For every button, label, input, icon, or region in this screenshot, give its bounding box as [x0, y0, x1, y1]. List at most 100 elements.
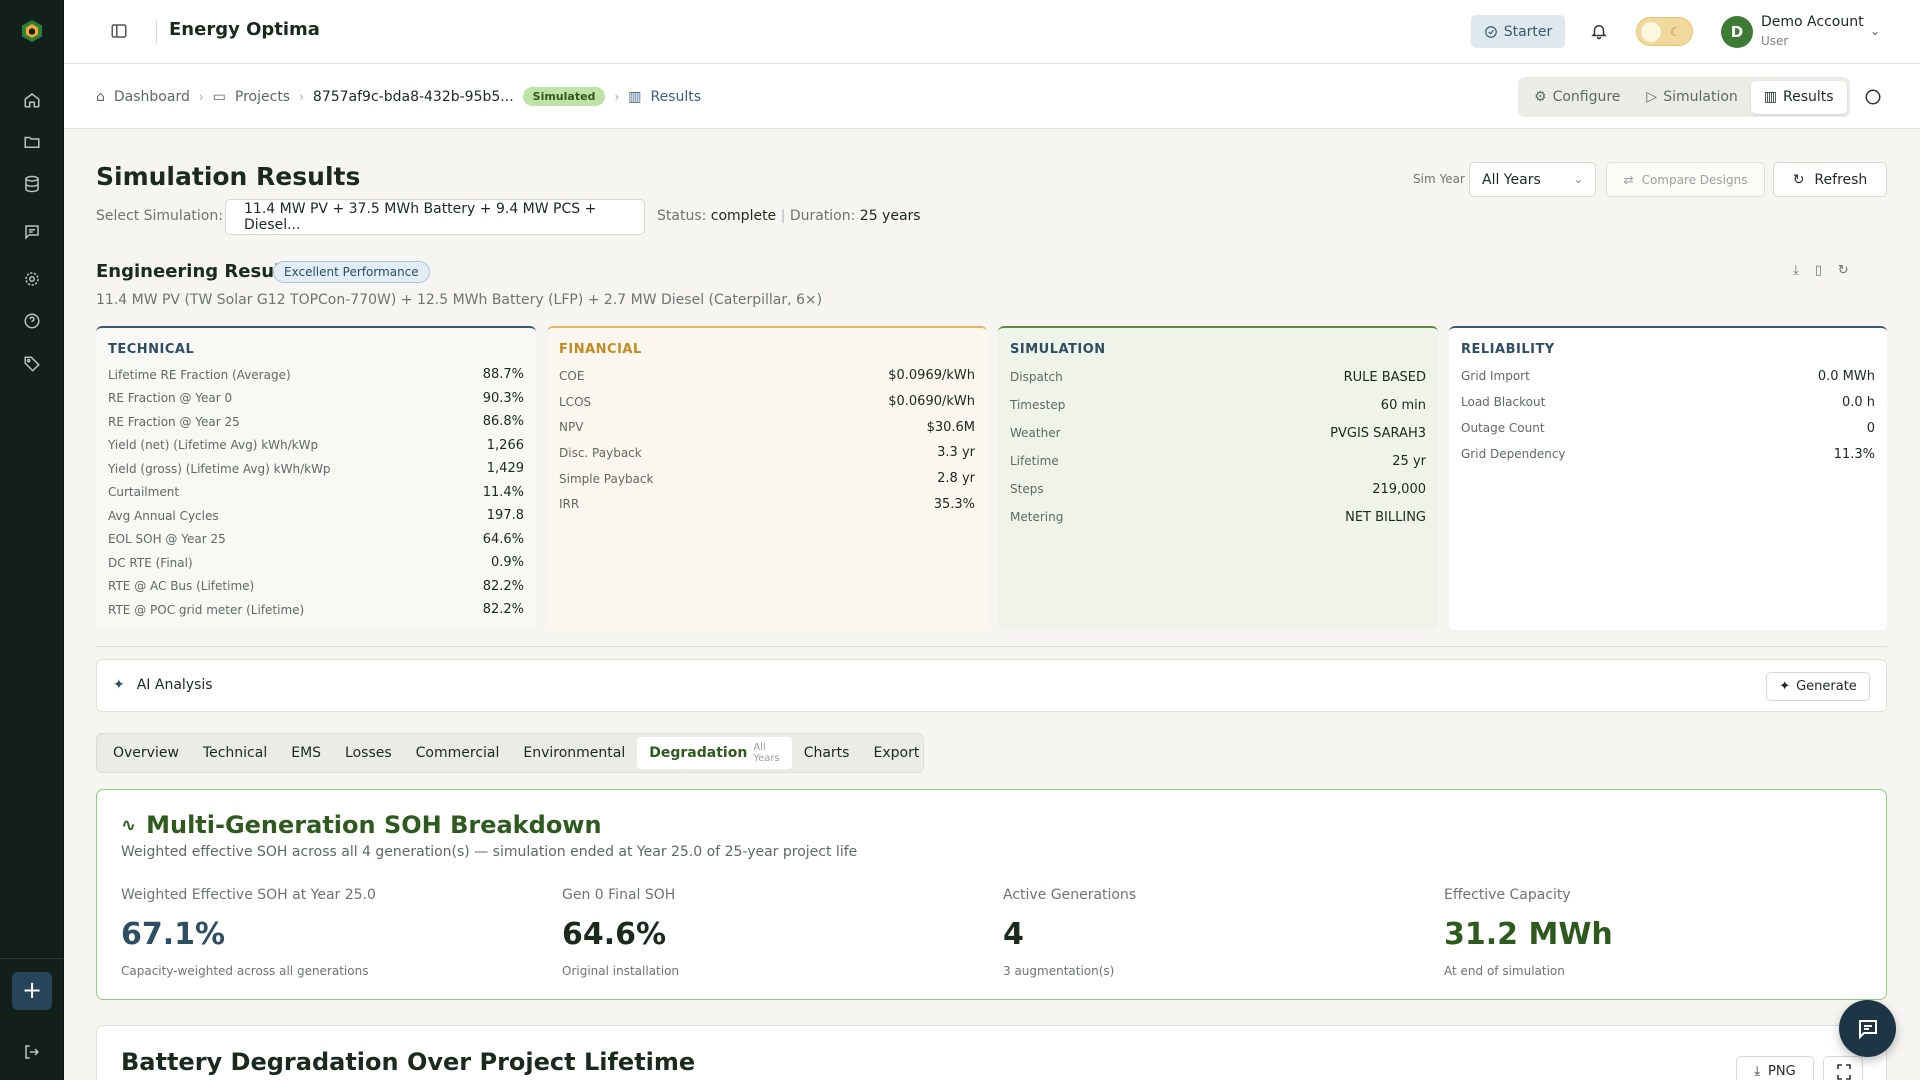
home-icon[interactable] — [22, 90, 42, 110]
simulation-row-value: NET BILLING — [1345, 509, 1426, 525]
generate-button[interactable]: ✦ Generate — [1766, 672, 1870, 701]
technical-row-value: 90.3% — [482, 390, 524, 406]
breadcrumb-dashboard[interactable]: Dashboard — [114, 89, 190, 105]
sim-year-label: Sim Year — [1413, 172, 1465, 186]
refresh-icon[interactable]: ↻ — [1838, 263, 1849, 278]
tab-simulation[interactable]: ▷ Simulation — [1633, 81, 1750, 114]
technical-row-label: RTE @ POC grid meter (Lifetime) — [108, 602, 305, 617]
performance-badge: Excellent Performance — [273, 261, 430, 283]
book-icon[interactable]: ▯ — [1815, 263, 1822, 278]
engineering-actions: ⤓ ▯ ↻ — [1793, 263, 1849, 278]
metric-weighted-soh: Weighted Effective SOH at Year 25.0 67.1… — [121, 887, 541, 978]
sidebar-toggle-icon[interactable] — [110, 22, 128, 40]
breadcrumb-projects[interactable]: Projects — [235, 89, 290, 105]
export-png-button[interactable]: ⤓ PNG — [1736, 1056, 1814, 1080]
download-icon[interactable]: ⤓ — [1793, 263, 1799, 278]
financial-row: NPV $30.6M — [559, 414, 975, 440]
compare-designs-button[interactable]: ⇄ Compare Designs — [1606, 162, 1765, 197]
more-icon[interactable] — [1864, 88, 1882, 106]
tab-environmental[interactable]: Environmental — [511, 737, 637, 769]
download-icon: ⤓ — [1754, 1063, 1761, 1079]
engineering-results-title: Engineering Results — [96, 261, 300, 282]
soh-subtitle: Weighted effective SOH across all 4 gene… — [121, 844, 858, 860]
technical-row: RE Fraction @ Year 25 86.8% — [108, 410, 524, 434]
tab-losses[interactable]: Losses — [333, 737, 404, 769]
database-icon[interactable] — [22, 174, 42, 194]
chevron-down-icon[interactable]: ⌄ — [1870, 24, 1880, 38]
financial-title: FINANCIAL — [559, 342, 642, 357]
logo-icon[interactable] — [20, 19, 44, 43]
breadcrumb-project-id[interactable]: 8757af9c-bda8-432b-95b5... — [313, 89, 514, 105]
technical-card: TECHNICAL Lifetime RE Fraction (Average)… — [96, 326, 536, 630]
breadcrumb-results: Results — [650, 88, 702, 105]
technical-row-label: DC RTE (Final) — [108, 555, 193, 570]
simulation-select[interactable]: 11.4 MW PV + 37.5 MWh Battery + 9.4 MW P… — [225, 199, 645, 235]
help-icon[interactable] — [22, 311, 42, 331]
page-title: Simulation Results — [96, 162, 361, 191]
technical-row-label: Lifetime RE Fraction (Average) — [108, 367, 291, 382]
tab-technical[interactable]: Technical — [191, 737, 279, 769]
tab-results[interactable]: ▥ Results — [1750, 80, 1847, 114]
simulation-card: SIMULATION Dispatch RULE BASED Timestep 60 … — [998, 326, 1438, 630]
simulation-row: Timestep 60 min — [1010, 391, 1426, 419]
sim-year-value: All Years — [1482, 171, 1541, 188]
check-circle-icon — [1484, 25, 1497, 38]
tab-ems[interactable]: EMS — [279, 737, 333, 769]
tab-commercial[interactable]: Commercial — [404, 737, 512, 769]
tab-overview[interactable]: Overview — [101, 737, 191, 769]
reliability-row-label: Load Blackout — [1461, 395, 1546, 409]
app-title: Energy Optima — [169, 19, 320, 40]
account-role: User — [1761, 34, 1789, 48]
simulation-title: SIMULATION — [1010, 342, 1106, 357]
top-bar: Energy Optima Starter ☾ D Demo Account U… — [64, 0, 1920, 64]
tag-icon[interactable] — [22, 354, 42, 374]
settings-icon[interactable] — [22, 269, 42, 289]
financial-row-value: 3.3 yr — [937, 445, 975, 461]
tab-degradation[interactable]: Degradation All Years — [637, 737, 792, 769]
simulation-row-value: 25 yr — [1392, 453, 1426, 469]
account-name[interactable]: Demo Account — [1761, 14, 1864, 30]
sidebar: + — [0, 0, 64, 1080]
gear-icon: ⚙ — [1534, 89, 1547, 105]
financial-row-value: 2.8 yr — [937, 471, 975, 487]
financial-row-label: IRR — [559, 497, 580, 512]
metric-value: 31.2 MWh — [1444, 917, 1613, 952]
technical-row: RE Fraction @ Year 0 90.3% — [108, 387, 524, 411]
breadcrumb-separator: › — [299, 89, 304, 104]
ai-analysis-panel[interactable]: ✦ AI Analysis ✦ Generate — [96, 659, 1887, 712]
reliability-row-label: Grid Import — [1461, 369, 1530, 383]
duration-value: 25 years — [859, 208, 921, 224]
sim-year-select[interactable]: All Years ⌄ — [1469, 162, 1596, 197]
tab-export[interactable]: Export — [861, 737, 931, 769]
financial-row-value: $0.0969/kWh — [888, 368, 975, 384]
metric-sub: Capacity-weighted across all generations — [121, 964, 369, 978]
simulation-row: Weather PVGIS SARAH3 — [1010, 419, 1426, 447]
fullscreen-button[interactable] — [1823, 1056, 1863, 1080]
logout-icon[interactable] — [22, 1042, 42, 1062]
chevron-down-icon: ⌄ — [1573, 173, 1583, 186]
add-button[interactable]: + — [12, 972, 52, 1010]
reliability-title: RELIABILITY — [1461, 342, 1555, 357]
expand-icon — [1837, 1064, 1851, 1080]
technical-row-value: 64.6% — [482, 531, 524, 547]
financial-row-value: $30.6M — [926, 419, 975, 435]
tab-simulation-label: Simulation — [1663, 89, 1738, 105]
folder-icon[interactable] — [22, 132, 42, 152]
financial-row-label: NPV — [559, 420, 584, 435]
technical-row-label: Avg Annual Cycles — [108, 508, 219, 523]
breadcrumb-separator: › — [198, 89, 204, 104]
tab-charts[interactable]: Charts — [792, 737, 862, 769]
chat-button[interactable] — [1839, 1000, 1896, 1057]
refresh-button[interactable]: ↻ Refresh — [1773, 162, 1887, 197]
duration-label: Duration: — [789, 208, 856, 224]
bell-icon[interactable] — [1590, 22, 1608, 40]
tab-configure[interactable]: ⚙ Configure — [1521, 81, 1633, 114]
plan-badge[interactable]: Starter — [1471, 15, 1565, 48]
avatar[interactable]: D — [1721, 16, 1753, 48]
theme-toggle[interactable]: ☾ — [1636, 17, 1693, 46]
reliability-row: Grid Import 0.0 MWh — [1461, 363, 1875, 389]
reliability-row-value: 0.0 MWh — [1817, 368, 1875, 384]
folder-icon: ▭ — [212, 88, 226, 105]
metric-sub: 3 augmentation(s) — [1003, 964, 1115, 978]
message-icon[interactable] — [22, 222, 42, 242]
